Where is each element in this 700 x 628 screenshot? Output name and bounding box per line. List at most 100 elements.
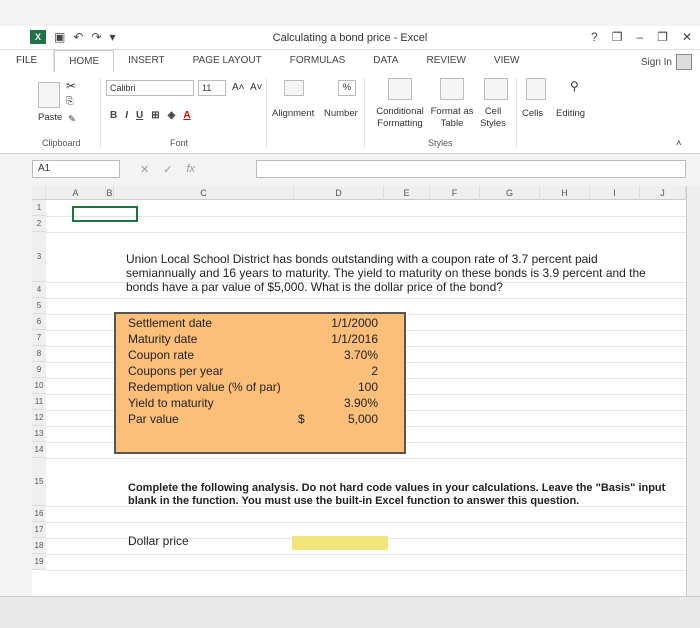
input-label: Redemption value (% of par) (128, 380, 281, 394)
row-header[interactable]: 10 (32, 378, 46, 394)
ribbon-tabs: FILE HOME INSERT PAGE LAYOUT FORMULAS DA… (0, 50, 700, 72)
formula-buttons: ✕ ✓ fx (140, 163, 195, 176)
instructions-text: Complete the following analysis. Do not … (128, 482, 666, 507)
column-header[interactable]: C (114, 186, 294, 200)
row-header[interactable]: 19 (32, 554, 46, 570)
row-header[interactable]: 3 (32, 232, 46, 282)
borders-icon[interactable]: ⊞ (151, 110, 159, 121)
row-header[interactable]: 17 (32, 522, 46, 538)
column-header[interactable]: E (384, 186, 430, 200)
number-format-icon: % (338, 80, 356, 96)
vertical-scrollbar[interactable] (686, 186, 700, 596)
grow-font-icon[interactable]: A˄ (232, 82, 245, 94)
column-header[interactable]: J (640, 186, 686, 200)
input-value[interactable]: 1/1/2016 (331, 332, 378, 346)
bold-button[interactable]: B (110, 110, 117, 121)
column-header[interactable]: D (294, 186, 384, 200)
column-header[interactable]: G (480, 186, 540, 200)
column-header[interactable]: B (106, 186, 114, 200)
tab-page-layout[interactable]: PAGE LAYOUT (179, 50, 276, 72)
row-header[interactable]: 11 (32, 394, 46, 410)
gridline (46, 554, 686, 555)
paste-button[interactable] (38, 76, 60, 111)
tab-file[interactable]: FILE (0, 50, 55, 72)
tab-home[interactable]: HOME (54, 50, 115, 72)
row-header[interactable]: 8 (32, 346, 46, 362)
close-icon[interactable]: ✕ (682, 30, 692, 44)
minimize-icon[interactable]: – (636, 30, 643, 44)
row-header[interactable]: 14 (32, 442, 46, 458)
row-header[interactable]: 12 (32, 410, 46, 426)
input-label: Maturity date (128, 332, 198, 346)
alignment-button[interactable]: Alignment (272, 108, 314, 120)
input-value[interactable]: 1/1/2000 (331, 316, 378, 330)
selected-cell[interactable] (72, 206, 138, 222)
row-header[interactable]: 15 (32, 458, 46, 506)
tab-formulas[interactable]: FORMULAS (276, 50, 360, 72)
row-header[interactable]: 7 (32, 330, 46, 346)
column-header[interactable]: A (46, 186, 106, 200)
styles-group-label: Styles (428, 138, 453, 148)
cells-button[interactable]: Cells (522, 108, 543, 120)
input-value[interactable]: 100 (358, 380, 378, 394)
help-icon[interactable]: ? (591, 30, 598, 44)
row-header[interactable]: 2 (32, 216, 46, 232)
gridline (46, 298, 686, 299)
ribbon-home: Paste ✂ ⎘ ✎ Clipboard Calibri 11 A˄ A˅ B… (0, 72, 700, 154)
font-size-select[interactable]: 11 (198, 80, 226, 96)
row-header[interactable]: 6 (32, 314, 46, 330)
paste-label: Paste (38, 112, 63, 123)
number-button[interactable]: Number (324, 108, 358, 120)
enter-icon[interactable]: ✓ (163, 163, 172, 176)
row-header[interactable]: 5 (32, 298, 46, 314)
font-color-icon[interactable]: A (183, 110, 190, 121)
worksheet-grid[interactable]: A B C D E F G H I J 1 2 3 4 5 6 7 8 9 10 11 12 13 14 1… (32, 186, 686, 596)
tab-view[interactable]: VIEW (480, 50, 534, 72)
cut-icon[interactable]: ✂ (66, 80, 76, 92)
column-header[interactable]: F (430, 186, 480, 200)
gridline (46, 232, 686, 233)
sign-in[interactable]: Sign In (641, 54, 692, 70)
conditional-formatting-button[interactable]: Conditional Formatting (370, 106, 430, 130)
title-bar: X ▣ ↶ ↷ ▾ Calculating a bond price - Exc… (0, 26, 700, 50)
name-box[interactable]: A1 (32, 160, 120, 178)
underline-button[interactable]: U (136, 110, 143, 121)
dollar-price-cell[interactable] (292, 536, 388, 550)
row-header[interactable]: 4 (32, 282, 46, 298)
format-as-table-button[interactable]: Format as Table (430, 106, 474, 130)
fill-color-icon[interactable]: ◈ (168, 110, 176, 121)
input-value[interactable]: 3.70% (344, 348, 378, 362)
shrink-font-icon[interactable]: A˅ (250, 82, 263, 94)
collapse-ribbon-icon[interactable]: ˄ (676, 138, 682, 150)
ribbon-display-icon[interactable]: ❐ (612, 30, 623, 44)
cell-styles-button[interactable]: Cell Styles (476, 106, 510, 130)
column-header[interactable]: H (540, 186, 590, 200)
divider (266, 78, 267, 148)
italic-button[interactable]: I (125, 110, 128, 121)
input-value[interactable]: 5,000 (348, 412, 378, 426)
row-header[interactable]: 18 (32, 538, 46, 554)
row-header[interactable]: 1 (32, 200, 46, 216)
input-value[interactable]: 2 (371, 364, 378, 378)
formula-input[interactable] (256, 160, 686, 178)
tab-insert[interactable]: INSERT (114, 50, 179, 72)
format-painter-icon[interactable]: ✎ (68, 114, 76, 126)
select-all-corner[interactable] (32, 186, 46, 200)
restore-icon[interactable]: ❐ (657, 30, 668, 44)
row-header[interactable]: 13 (32, 426, 46, 442)
column-header[interactable]: I (590, 186, 640, 200)
row-header[interactable]: 16 (32, 506, 46, 522)
insert-function-icon[interactable]: fx (186, 163, 195, 176)
row-header[interactable]: 9 (32, 362, 46, 378)
editing-button[interactable]: Editing (556, 108, 585, 120)
currency-symbol: $ (298, 412, 305, 426)
cells-icon (526, 78, 546, 100)
input-value[interactable]: 3.90% (344, 396, 378, 410)
divider (364, 78, 365, 148)
copy-icon[interactable]: ⎘ (66, 96, 74, 108)
tab-data[interactable]: DATA (359, 50, 412, 72)
font-name-select[interactable]: Calibri (106, 80, 194, 96)
cancel-icon[interactable]: ✕ (140, 163, 149, 176)
alignment-icon (284, 80, 304, 96)
tab-review[interactable]: REVIEW (412, 50, 479, 72)
